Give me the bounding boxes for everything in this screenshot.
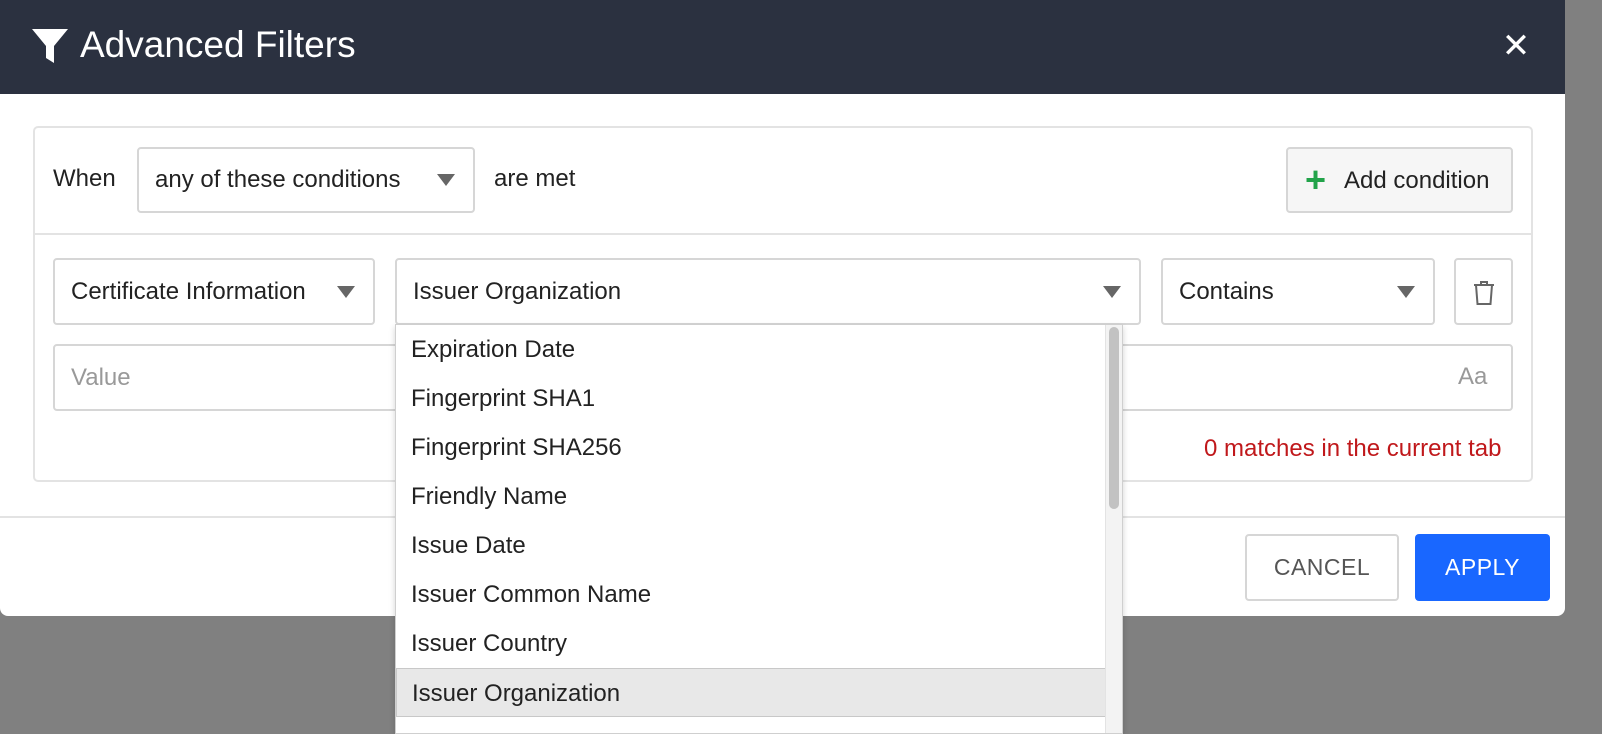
chevron-down-icon	[1397, 285, 1415, 298]
filter-icon	[30, 26, 70, 66]
delete-condition-button[interactable]	[1454, 258, 1513, 325]
dropdown-option[interactable]: Issuer Common Name	[396, 570, 1108, 619]
apply-button[interactable]: APPLY	[1415, 534, 1550, 601]
field-select[interactable]: Issuer Organization	[395, 258, 1141, 325]
dropdown-option[interactable]: Fingerprint SHA256	[396, 423, 1108, 472]
field-dropdown-list[interactable]: Expiration Date Fingerprint SHA1 Fingerp…	[395, 324, 1123, 734]
operator-value: Contains	[1179, 277, 1274, 305]
chevron-down-icon	[1103, 285, 1121, 298]
are-met-label: are met	[494, 165, 576, 192]
dropdown-scrollbar[interactable]	[1105, 325, 1122, 733]
dropdown-option[interactable]: Expiration Date	[396, 325, 1108, 374]
cancel-button[interactable]: CANCEL	[1245, 534, 1399, 601]
match-case-icon[interactable]: Aa	[1458, 362, 1487, 392]
add-condition-button[interactable]: + Add condition	[1286, 147, 1513, 213]
chevron-down-icon	[337, 285, 355, 298]
dropdown-option[interactable]: Friendly Name	[396, 472, 1108, 521]
plus-icon: +	[1305, 159, 1327, 200]
chevron-down-icon	[437, 174, 455, 186]
category-value: Certificate Information	[71, 277, 306, 305]
dropdown-option-selected[interactable]: Issuer Organization	[396, 668, 1108, 717]
when-label: When	[53, 165, 116, 192]
match-mode-value: any of these conditions	[155, 166, 401, 193]
close-icon[interactable]: ✕	[1496, 26, 1536, 66]
field-value: Issuer Organization	[413, 277, 622, 305]
panel-divider	[33, 233, 1533, 235]
scrollbar-thumb[interactable]	[1109, 327, 1119, 509]
trash-icon	[1474, 281, 1494, 305]
dialog-header: Advanced Filters ✕	[0, 0, 1565, 94]
add-condition-label: Add condition	[1344, 167, 1490, 194]
category-select[interactable]: Certificate Information	[53, 258, 375, 325]
operator-select[interactable]: Contains	[1161, 258, 1435, 325]
dropdown-option[interactable]: Issue Date	[396, 521, 1108, 570]
match-count-status: 0 matches in the current tab	[1204, 435, 1502, 462]
match-mode-select[interactable]: any of these conditions	[137, 147, 475, 213]
dropdown-option[interactable]: Issuer Country	[396, 619, 1108, 668]
dialog-title: Advanced Filters	[80, 24, 356, 65]
dropdown-option[interactable]: Fingerprint SHA1	[396, 374, 1108, 423]
